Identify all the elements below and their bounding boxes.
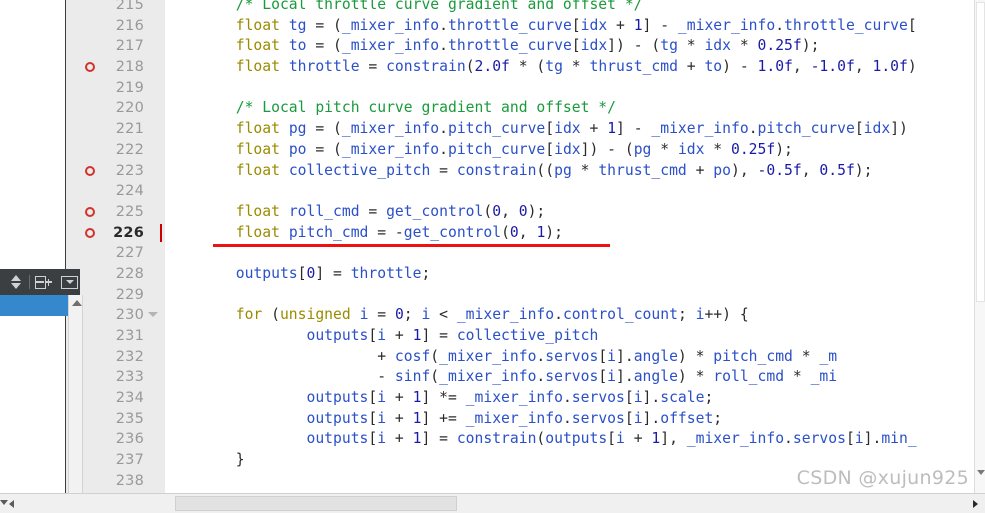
code-fold-arrow-icon[interactable] bbox=[148, 312, 158, 318]
editor-options-button[interactable] bbox=[60, 271, 80, 293]
code-line-text: float pg = (_mixer_info.pitch_curve[idx … bbox=[235, 120, 908, 138]
up-down-arrows-icon bbox=[10, 275, 22, 289]
line-number: 223 bbox=[115, 162, 144, 179]
code-line[interactable]: 222 float po = (_mixer_info.pitch_curve[… bbox=[0, 140, 985, 161]
code-line[interactable]: 216 float tg = (_mixer_info.throttle_cur… bbox=[0, 16, 985, 37]
code-line[interactable]: 215 /* Local throttle curve gradient and… bbox=[0, 0, 985, 16]
line-number: 222 bbox=[115, 141, 144, 158]
scroll-right-arrow-icon[interactable] bbox=[973, 499, 978, 508]
split-editor-button[interactable] bbox=[33, 271, 53, 293]
code-line[interactable]: 218 float throttle = constrain(2.0f * (t… bbox=[0, 57, 985, 78]
code-line-text: float collective_pitch = constrain((pg *… bbox=[235, 161, 873, 179]
code-line-text: float pitch_cmd = -get_control(0, 1); bbox=[235, 223, 563, 241]
vertical-scrollbar-thumb[interactable] bbox=[976, 2, 985, 302]
line-number: 219 bbox=[115, 79, 144, 96]
scroll-down-arrow-icon[interactable] bbox=[977, 470, 985, 475]
code-line[interactable]: 223 float collective_pitch = constrain((… bbox=[0, 161, 985, 182]
editor-screenshot: 215 /* Local throttle curve gradient and… bbox=[0, 0, 985, 513]
scroll-up-arrow-icon[interactable] bbox=[72, 300, 82, 306]
code-line-text: /* Local throttle curve gradient and off… bbox=[235, 0, 643, 13]
code-line[interactable]: 228 outputs[0] = throttle; bbox=[0, 264, 985, 285]
horizontal-scrollbar-thumb[interactable] bbox=[175, 496, 457, 511]
code-line[interactable]: 225 float roll_cmd = get_control(0, 0); bbox=[0, 202, 985, 223]
line-number: 216 bbox=[115, 17, 144, 34]
horizontal-scrollbar[interactable] bbox=[0, 493, 985, 513]
code-line[interactable]: 219 bbox=[0, 78, 985, 99]
line-number: 220 bbox=[115, 100, 144, 117]
code-line[interactable]: 221 float pg = (_mixer_info.pitch_curve[… bbox=[0, 119, 985, 140]
line-number: 217 bbox=[115, 38, 144, 55]
line-number: 227 bbox=[115, 245, 144, 262]
watermark-text: CSDN @xujun925 bbox=[796, 467, 969, 489]
split-editor-plus-icon bbox=[34, 275, 52, 289]
code-line[interactable]: 226 float pitch_cmd = -get_control(0, 1)… bbox=[0, 223, 985, 244]
code-line[interactable]: 224 bbox=[0, 181, 985, 202]
vertical-scrollbar[interactable] bbox=[974, 0, 985, 493]
code-line[interactable]: 217 float to = (_mixer_info.throttle_cur… bbox=[0, 36, 985, 57]
code-line-text: float throttle = constrain(2.0f * (tg * … bbox=[235, 58, 917, 76]
prev-next-occurrence-button[interactable] bbox=[6, 271, 26, 293]
code-line[interactable]: 234 outputs[i + 1] *= _mixer_info.servos… bbox=[0, 388, 985, 409]
toolbar-separator bbox=[29, 275, 31, 289]
floating-mini-toolbar[interactable] bbox=[0, 269, 80, 295]
scroll-corner-down-arrow-icon[interactable] bbox=[0, 500, 8, 505]
line-number: 224 bbox=[115, 183, 144, 200]
code-line[interactable]: 220 /* Local pitch curve gradient and of… bbox=[0, 98, 985, 119]
code-line-text: float roll_cmd = get_control(0, 0); bbox=[235, 202, 546, 220]
code-line-text: float po = (_mixer_info.pitch_curve[idx]… bbox=[235, 140, 793, 158]
code-line-text: outputs[i + 1] = constrain(outputs[i + 1… bbox=[306, 430, 917, 448]
text-caret bbox=[160, 223, 162, 242]
code-line[interactable]: 233 - sinf(_mixer_info.servos[i].angle) … bbox=[0, 367, 985, 388]
code-line-text: outputs[i + 1] *= _mixer_info.servos[i].… bbox=[306, 389, 714, 407]
code-line-text: + cosf(_mixer_info.servos[i].angle) * pi… bbox=[377, 347, 838, 365]
code-line-text: - sinf(_mixer_info.servos[i].angle) * ro… bbox=[377, 368, 838, 386]
code-line-list: 215 /* Local throttle curve gradient and… bbox=[0, 0, 985, 512]
scroll-left-arrow-icon[interactable] bbox=[9, 500, 14, 508]
line-number: 226 bbox=[113, 224, 144, 241]
code-line-text: float to = (_mixer_info.throttle_curve[i… bbox=[235, 37, 820, 55]
code-line[interactable]: 231 outputs[i + 1] = collective_pitch bbox=[0, 326, 985, 347]
red-underline-annotation bbox=[213, 244, 610, 247]
code-line[interactable]: 230 for (unsigned i = 0; i < _mixer_info… bbox=[0, 305, 985, 326]
line-number: 215 bbox=[115, 0, 144, 13]
code-line-text: for (unsigned i = 0; i < _mixer_info.con… bbox=[235, 306, 749, 324]
code-editor[interactable]: 215 /* Local throttle curve gradient and… bbox=[0, 0, 985, 513]
code-line-text: float tg = (_mixer_info.throttle_curve[i… bbox=[235, 16, 917, 34]
code-line-text: /* Local pitch curve gradient and offset… bbox=[235, 99, 616, 117]
selection-highlight-strip bbox=[0, 295, 68, 316]
dropdown-box-icon bbox=[61, 275, 79, 289]
code-line[interactable]: 236 outputs[i + 1] = constrain(outputs[i… bbox=[0, 429, 985, 450]
code-line-text: } bbox=[165, 451, 245, 469]
line-number: 225 bbox=[115, 203, 144, 220]
line-number: 218 bbox=[115, 59, 144, 76]
mini-vertical-scrollbar[interactable] bbox=[68, 295, 83, 493]
line-number: 221 bbox=[115, 121, 144, 138]
code-line-text: outputs[i + 1] += _mixer_info.servos[i].… bbox=[306, 409, 723, 427]
code-line[interactable]: 235 outputs[i + 1] += _mixer_info.servos… bbox=[0, 409, 985, 430]
code-line[interactable]: 229 bbox=[0, 285, 985, 306]
code-line[interactable]: 232 + cosf(_mixer_info.servos[i].angle) … bbox=[0, 347, 985, 368]
code-line-text: outputs[i + 1] = collective_pitch bbox=[306, 327, 599, 344]
code-line-text: outputs[0] = throttle; bbox=[235, 264, 431, 282]
